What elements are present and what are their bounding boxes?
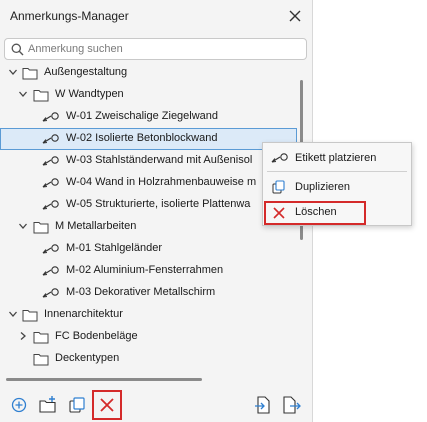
panel-title: Anmerkungs-Manager: [10, 9, 129, 23]
tree-row-label: FC Bodenbeläge: [55, 330, 138, 342]
annotation-marker-icon: [42, 288, 62, 298]
chevron-down-icon[interactable]: [8, 67, 18, 77]
menu-item-label: Duplizieren: [295, 181, 351, 193]
export-button[interactable]: [280, 394, 302, 416]
annotation-marker-icon: [42, 178, 62, 188]
menu-item-label: Etikett platzieren: [295, 152, 377, 164]
tree-row-note[interactable]: M-03 Dekorativer Metallschirm: [0, 282, 297, 304]
tree-row-folder[interactable]: FC Bodenbeläge: [0, 326, 297, 348]
new-folder-button[interactable]: [37, 394, 59, 416]
tree-row-label: Deckentypen: [55, 352, 120, 364]
tree-row-label: W-01 Zweischalige Ziegelwand: [66, 110, 219, 122]
add-annotation-button[interactable]: [8, 394, 30, 416]
duplicate-icon: [271, 180, 287, 194]
search-input[interactable]: [28, 41, 298, 57]
tree-row-label: W-03 Stahlständerwand mit Außenisol: [66, 154, 253, 166]
tree-row-label: W-05 Strukturierte, isolierte Plattenwa: [66, 198, 251, 210]
tree-row-label: M-02 Aluminium-Fensterrahmen: [66, 264, 224, 276]
annotation-marker-icon: [42, 134, 62, 144]
folder-icon: [33, 330, 49, 344]
title-bar: Anmerkungs-Manager: [0, 0, 313, 32]
horizontal-scrollbar[interactable]: [6, 378, 202, 381]
folder-icon: [33, 220, 49, 234]
tree-row-label: M-03 Dekorativer Metallschirm: [66, 286, 216, 298]
chevron-down-icon[interactable]: [8, 309, 18, 319]
folder-icon: [33, 88, 49, 102]
annotation-marker-icon: [42, 112, 62, 122]
context-menu: Etikett platzieren Duplizieren Löschen: [262, 142, 412, 226]
menu-item-place-label[interactable]: Etikett platzieren: [263, 147, 411, 169]
tree-row-note-selected[interactable]: W-02 Isolierte Betonblockwand: [0, 128, 297, 150]
tree-row-label: M Metallarbeiten: [55, 220, 137, 232]
tree-row-label: W Wandtypen: [55, 88, 124, 100]
import-button[interactable]: [252, 394, 274, 416]
folder-icon: [22, 66, 38, 80]
search-box: [4, 38, 307, 60]
tree-row-note[interactable]: M-01 Stahlgeländer: [0, 238, 297, 260]
duplicate-button[interactable]: [66, 394, 88, 416]
tree-row-label: M-01 Stahlgeländer: [66, 242, 163, 254]
tree-row-note[interactable]: M-02 Aluminium-Fensterrahmen: [0, 260, 297, 282]
tree-row-note[interactable]: W-05 Strukturierte, isolierte Plattenwa: [0, 194, 297, 216]
close-icon[interactable]: [286, 7, 304, 25]
tree-row-folder[interactable]: W Wandtypen: [0, 84, 297, 106]
menu-item-duplicate[interactable]: Duplizieren: [263, 176, 411, 198]
chevron-down-icon[interactable]: [18, 221, 28, 231]
chevron-right-icon[interactable]: [18, 331, 28, 341]
menu-separator: [267, 171, 407, 172]
menu-item-delete[interactable]: Löschen: [264, 201, 366, 225]
annotation-marker-icon: [42, 266, 62, 276]
tree-row-note[interactable]: W-01 Zweischalige Ziegelwand: [0, 106, 297, 128]
tree-row-folder[interactable]: Innenarchitektur: [0, 304, 297, 326]
folder-icon: [22, 308, 38, 322]
tree-row-folder[interactable]: Außengestaltung: [0, 62, 297, 84]
tree-row-folder[interactable]: M Metallarbeiten: [0, 216, 297, 238]
tree-row-label: W-02 Isolierte Betonblockwand: [66, 132, 218, 144]
chevron-down-icon[interactable]: [18, 89, 28, 99]
menu-item-label: Löschen: [295, 206, 337, 218]
tree-row-label: W-04 Wand in Holzrahmenbauweise m: [66, 176, 257, 188]
tree-row-folder[interactable]: Deckentypen: [0, 348, 297, 370]
delete-icon: [271, 205, 287, 219]
tree-row-label: Außengestaltung: [44, 66, 128, 78]
folder-icon: [33, 352, 49, 366]
annotation-tree: Außengestaltung W Wandtypen W-01 Zweisch…: [0, 62, 297, 370]
tree-row-note[interactable]: W-03 Stahlständerwand mit Außenisol: [0, 150, 297, 172]
annotation-marker-icon: [271, 151, 288, 165]
annotation-marker-icon: [42, 244, 62, 254]
search-icon: [11, 43, 24, 56]
annotation-marker-icon: [42, 156, 62, 166]
annotation-marker-icon: [42, 200, 62, 210]
tree-row-label: Innenarchitektur: [44, 308, 123, 320]
tree-row-note[interactable]: W-04 Wand in Holzrahmenbauweise m: [0, 172, 297, 194]
bottom-toolbar: [0, 388, 313, 422]
delete-button[interactable]: [92, 390, 122, 420]
